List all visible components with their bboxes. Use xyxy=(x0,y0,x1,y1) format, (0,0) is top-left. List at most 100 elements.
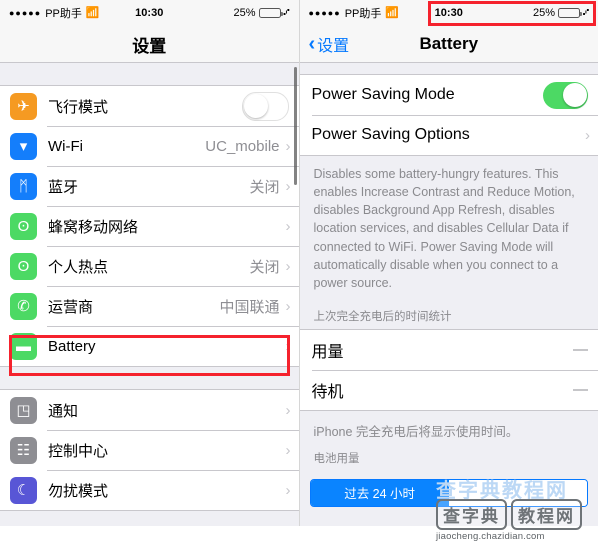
screenshot-root: ●●●●● PP助手 📶 10:30 25% ⑇ 设置 ✈飞行模式▾Wi-FiU… xyxy=(0,0,598,526)
chevron-right-icon: › xyxy=(286,299,291,314)
settings-row[interactable]: ʘ 个人热点关闭 › xyxy=(0,246,299,286)
chevron-right-icon: › xyxy=(286,403,291,418)
battery-icon xyxy=(558,8,580,18)
list-top-gap xyxy=(0,63,299,85)
list-bottom-gap xyxy=(300,507,598,521)
back-button[interactable]: ‹ 设置 xyxy=(309,32,350,56)
chevron-right-icon: › xyxy=(585,128,590,143)
segmented-control-wrap: 过去 24 小时 xyxy=(300,471,598,507)
right-status-bar: ●●●●● PP助手 📶 10:30 25% ⑇ xyxy=(300,0,598,26)
group-spacer xyxy=(0,367,299,389)
power-saving-mode-row[interactable]: Power Saving Mode xyxy=(300,75,598,115)
settings-row-label: 运营商 xyxy=(48,296,219,317)
charging-bolt-icon: ⑇ xyxy=(284,8,290,18)
wifi-icon: 📶 xyxy=(385,8,399,19)
wifi-icon: ▾ xyxy=(10,133,37,160)
power-saving-options-label: Power Saving Options xyxy=(312,126,586,144)
phone-icon: ✆ xyxy=(10,293,37,320)
battery-footer-note: iPhone 完全充电后将显示使用时间。 xyxy=(300,411,598,444)
right-phone-screen: ●●●●● PP助手 📶 10:30 25% ⑇ ‹ 设置 Battery xyxy=(300,0,598,526)
time-range-segmented-control[interactable]: 过去 24 小时 xyxy=(310,479,589,507)
settings-row-label: 飞行模式 xyxy=(48,96,242,117)
settings-row-label: 蜂窝移动网络 xyxy=(48,216,286,237)
toggle-knob xyxy=(563,83,587,107)
settings-row[interactable]: ▬Battery› xyxy=(0,326,299,366)
chevron-right-icon: › xyxy=(286,179,291,194)
hotspot-icon: ʘ xyxy=(10,253,37,280)
settings-list[interactable]: ✈飞行模式▾Wi-FiUC_mobile›ᛗ蓝牙关闭›ʘ蜂窝移动网络›ʘ个人热点… xyxy=(0,63,299,526)
power-saving-mode-toggle[interactable] xyxy=(543,82,588,109)
settings-row[interactable]: ʘ 蜂窝移动网络› xyxy=(0,206,299,246)
scroll-indicator[interactable] xyxy=(294,67,297,185)
settings-row-label: 通知 xyxy=(48,400,286,421)
airplane-mode-toggle[interactable] xyxy=(242,92,289,121)
settings-row-label: Battery xyxy=(48,338,286,355)
standby-row[interactable]: 待机 — xyxy=(300,370,598,410)
settings-row[interactable]: ✆ 运营商中国联通 › xyxy=(0,286,299,326)
notifications-icon: ◳ xyxy=(10,397,37,424)
page-title: 设置 xyxy=(0,32,299,57)
settings-row[interactable]: ◳ 通知› xyxy=(0,390,299,430)
settings-row[interactable]: ✈ 飞行模式 xyxy=(0,86,299,126)
standby-label: 待机 xyxy=(312,378,574,402)
control-center-icon: ☷ xyxy=(10,437,37,464)
settings-row[interactable]: ☾ 勿扰模式› xyxy=(0,470,299,510)
settings-row[interactable]: ᛗ 蓝牙关闭 › xyxy=(0,166,299,206)
chevron-right-icon: › xyxy=(286,259,291,274)
power-saving-group: Power Saving Mode Power Saving Options › xyxy=(300,74,598,156)
chevron-right-icon: › xyxy=(286,483,291,498)
chevron-right-icon: › xyxy=(286,219,291,234)
battery-percentage: 25% xyxy=(533,7,555,19)
moon-icon: ☾ xyxy=(10,477,37,504)
left-nav-bar: 设置 xyxy=(0,26,299,63)
battery-icon: ▬ xyxy=(10,333,37,360)
usage-value: — xyxy=(573,341,588,358)
status-bar-left: ●●●●● PP助手 📶 xyxy=(309,5,449,21)
battery-list[interactable]: Power Saving Mode Power Saving Options ›… xyxy=(300,63,598,526)
charging-bolt-icon: ⑇ xyxy=(583,8,589,18)
usage-label: 用量 xyxy=(312,338,574,362)
airplane-icon: ✈ xyxy=(10,93,37,120)
usage-row[interactable]: 用量 — xyxy=(300,330,598,370)
signal-strength-dots: ●●●●● xyxy=(9,9,41,18)
settings-row-value: 中国联通 xyxy=(219,296,279,317)
settings-group: ◳通知›☷控制中心›☾勿扰模式› xyxy=(0,389,299,511)
settings-row-label: 个人热点 xyxy=(48,256,249,277)
list-top-gap xyxy=(300,63,598,74)
signal-strength-dots: ●●●●● xyxy=(309,9,341,18)
settings-row[interactable]: ▾Wi-FiUC_mobile› xyxy=(0,126,299,166)
right-nav-bar: ‹ 设置 Battery xyxy=(300,26,598,63)
left-status-bar: ●●●●● PP助手 📶 10:30 25% ⑇ xyxy=(0,0,299,26)
status-bar-right: 25% ⑇ xyxy=(449,7,589,19)
settings-row-value: UC_mobile xyxy=(205,138,279,155)
carrier-name: PP助手 xyxy=(45,5,82,21)
settings-row-value: 关闭 xyxy=(249,256,279,277)
settings-row-label: 蓝牙 xyxy=(48,176,249,197)
segment-last-24-hours[interactable]: 过去 24 小时 xyxy=(311,480,449,506)
power-saving-options-row[interactable]: Power Saving Options › xyxy=(300,115,598,155)
carrier-name: PP助手 xyxy=(345,5,382,21)
settings-row[interactable]: ☷ 控制中心› xyxy=(0,430,299,470)
wifi-icon: 📶 xyxy=(86,8,100,19)
toggle-knob xyxy=(244,94,268,118)
chevron-left-icon: ‹ xyxy=(309,34,316,54)
settings-groups: ✈飞行模式▾Wi-FiUC_mobile›ᛗ蓝牙关闭›ʘ蜂窝移动网络›ʘ个人热点… xyxy=(0,85,299,511)
left-phone-screen: ●●●●● PP助手 📶 10:30 25% ⑇ 设置 ✈飞行模式▾Wi-FiU… xyxy=(0,0,300,526)
chevron-right-icon: › xyxy=(286,139,291,154)
settings-row-value: 关闭 xyxy=(249,176,279,197)
cellular-icon: ʘ xyxy=(10,213,37,240)
battery-percentage: 25% xyxy=(233,7,255,19)
segment-secondary[interactable] xyxy=(449,480,587,506)
watermark-url: jiaocheng.chazidian.com xyxy=(436,531,582,542)
stats-section-header: 上次完全充电后的时间统计 xyxy=(300,302,598,329)
back-button-label: 设置 xyxy=(317,32,349,56)
bluetooth-icon: ᛗ xyxy=(10,173,37,200)
chevron-right-icon: › xyxy=(286,443,291,458)
settings-row-label: 控制中心 xyxy=(48,440,286,461)
power-saving-mode-label: Power Saving Mode xyxy=(312,86,544,104)
standby-value: — xyxy=(573,381,588,398)
stats-group: 用量 — 待机 — xyxy=(300,329,598,411)
battery-icon xyxy=(259,8,281,18)
settings-row-label: 勿扰模式 xyxy=(48,480,286,501)
power-saving-description: Disables some battery-hungry features. T… xyxy=(300,156,598,302)
